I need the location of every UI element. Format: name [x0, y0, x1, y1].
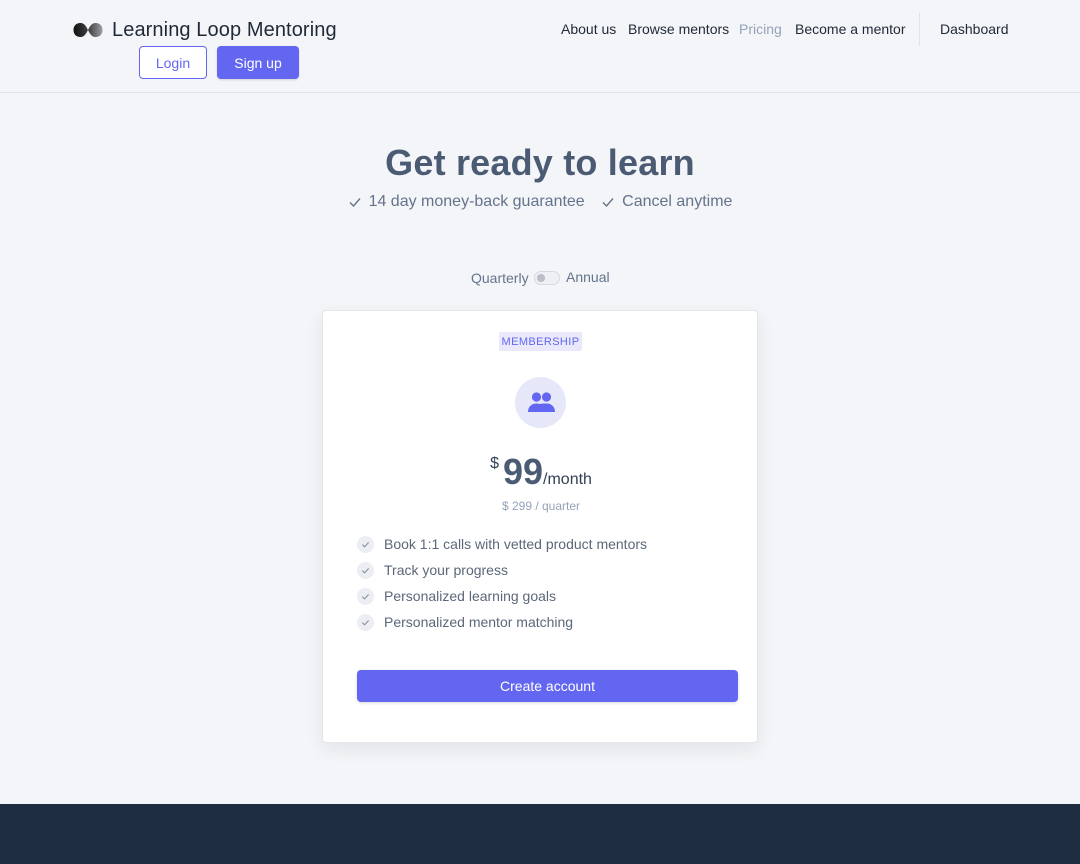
billing-annual-label[interactable]: Annual	[566, 269, 610, 285]
check-icon	[602, 198, 614, 208]
billing-period-switch: Quarterly Annual	[0, 269, 1080, 287]
brand-name: Learning Loop Mentoring	[112, 18, 337, 41]
logo-mark-icon	[73, 23, 103, 37]
site-footer	[0, 804, 1080, 864]
check-icon	[349, 198, 361, 208]
check-circle-icon	[357, 613, 374, 631]
nav-about-us[interactable]: About us	[561, 21, 616, 37]
pricing-card: MEMBERSHIP $99/month $ 299 / quarter Boo…	[322, 310, 758, 743]
users-icon	[527, 391, 555, 412]
price-amount: 99	[502, 451, 544, 492]
check-circle-icon	[357, 587, 374, 605]
feature-text: Personalized learning goals	[384, 588, 556, 604]
check-circle-icon	[357, 561, 374, 579]
nav-browse-mentors[interactable]: Browse mentors	[628, 21, 729, 37]
brand-logo[interactable]: Learning Loop Mentoring	[73, 16, 337, 44]
feature-list: Book 1:1 calls with vetted product mento…	[357, 531, 647, 635]
guarantee-item: Cancel anytime	[601, 193, 732, 211]
price-currency: $	[490, 455, 499, 472]
feature-item: Personalized learning goals	[357, 583, 647, 609]
feature-text: Personalized mentor matching	[384, 614, 574, 630]
signup-button[interactable]: Sign up	[217, 46, 299, 79]
nav-divider	[919, 13, 920, 46]
plan-subprice: $ 299 / quarter	[501, 499, 581, 513]
feature-text: Track your progress	[384, 562, 508, 578]
nav-pricing[interactable]: Pricing	[739, 21, 782, 37]
plan-badge: MEMBERSHIP	[499, 332, 582, 351]
toggle-knob	[537, 274, 545, 282]
guarantee-list: 14 day money-back guarantee Cancel anyti…	[0, 193, 1080, 214]
price-period: /month	[543, 471, 592, 488]
login-button[interactable]: Login	[139, 46, 207, 79]
feature-item: Book 1:1 calls with vetted product mento…	[357, 531, 647, 557]
feature-text: Book 1:1 calls with vetted product mento…	[384, 536, 648, 552]
guarantee-text: Cancel anytime	[622, 193, 733, 210]
create-account-button[interactable]: Create account	[357, 670, 738, 702]
plan-price: $99/month	[323, 451, 759, 493]
page-title: Get ready to learn	[385, 142, 695, 183]
feature-item: Track your progress	[357, 557, 647, 583]
site-header: Learning Loop Mentoring Login Sign up Ab…	[0, 0, 1080, 93]
nav-become-mentor[interactable]: Become a mentor	[795, 21, 906, 37]
check-circle-icon	[357, 535, 374, 553]
feature-item: Personalized mentor matching	[357, 609, 647, 635]
billing-toggle[interactable]	[534, 271, 560, 285]
plan-icon-circle	[515, 377, 566, 428]
billing-quarterly-label[interactable]: Quarterly	[471, 270, 529, 286]
guarantee-text: 14 day money-back guarantee	[368, 193, 585, 210]
nav-dashboard[interactable]: Dashboard	[940, 21, 1009, 37]
guarantee-item: 14 day money-back guarantee	[348, 193, 585, 211]
